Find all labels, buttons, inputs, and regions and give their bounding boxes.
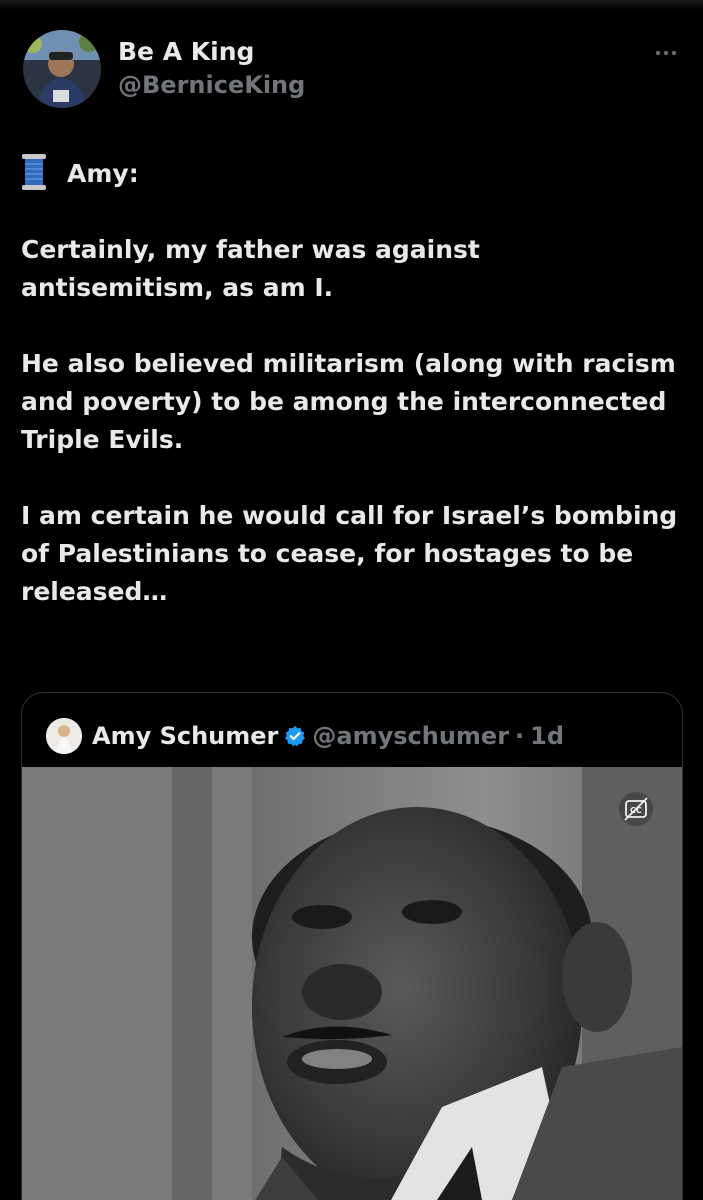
more-options-dot	[672, 51, 676, 55]
quoted-avatar-photo	[46, 718, 82, 754]
verified-badge-icon	[285, 726, 306, 747]
quoted-author-name[interactable]: Amy Schumer	[92, 722, 278, 750]
author-name[interactable]: Be A King	[118, 37, 254, 66]
video-frame	[22, 767, 682, 1200]
avatar[interactable]	[23, 30, 101, 108]
more-options-icon	[656, 51, 660, 55]
post-detail-page: Be A King @BerniceKing Amy: Certainly, m…	[0, 0, 703, 1200]
quoted-author-handle[interactable]: @amyschumer	[312, 722, 509, 750]
author-handle[interactable]: @BerniceKing	[118, 71, 305, 99]
top-edge	[0, 0, 703, 10]
avatar-photo	[23, 30, 101, 108]
quoted-video[interactable]: CC	[22, 767, 682, 1200]
post-paragraph: He also believed militarism (along with …	[21, 349, 676, 454]
captions-icon: CC	[619, 792, 653, 826]
spool-of-thread-icon	[21, 154, 47, 190]
quoted-post-time[interactable]: 1d	[530, 722, 564, 750]
post-text: Amy: Certainly, my father was against an…	[21, 154, 681, 649]
captions-button[interactable]: CC	[618, 791, 654, 827]
post-paragraph: I am certain he would call for Israel’s …	[21, 501, 678, 606]
separator-dot: ·	[515, 722, 525, 750]
more-options-button[interactable]	[650, 44, 682, 62]
more-options-dot	[664, 51, 668, 55]
quoted-post-card[interactable]: Amy Schumer @amyschumer · 1d CC	[21, 692, 683, 1200]
quoted-post-header: Amy Schumer @amyschumer · 1d	[46, 717, 564, 755]
post-paragraph: Certainly, my father was against antisem…	[21, 235, 480, 302]
post-intro-line: Amy:	[21, 154, 681, 193]
post-intro: Amy:	[67, 159, 139, 188]
quoted-avatar[interactable]	[46, 718, 82, 754]
